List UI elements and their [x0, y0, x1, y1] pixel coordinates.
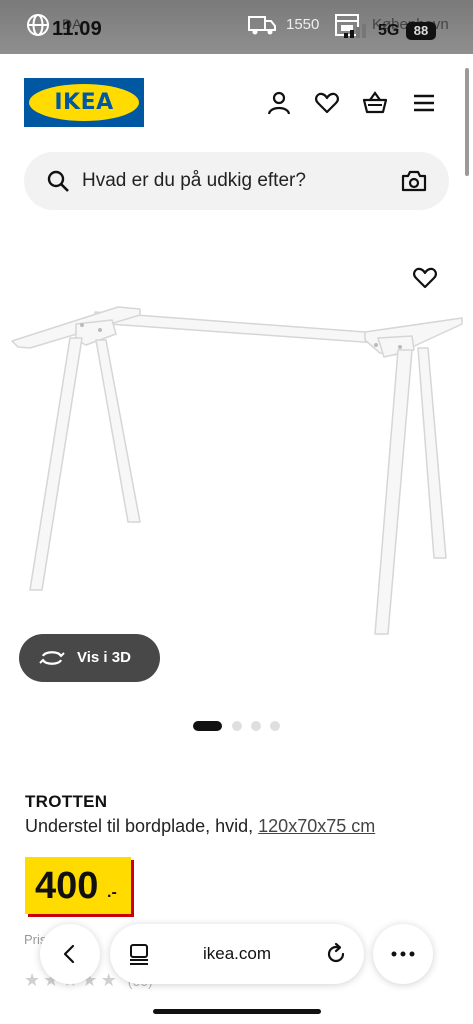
signal-icon: [344, 24, 366, 38]
product-size-link[interactable]: 120x70x75 cm: [258, 816, 375, 836]
view-in-3d-label: Vis i 3D: [77, 649, 131, 666]
heart-icon[interactable]: [314, 90, 340, 116]
globe-icon: [27, 14, 49, 36]
logo-text: IKEA: [54, 90, 114, 115]
gallery-dot[interactable]: [270, 721, 280, 731]
delivery-truck-icon: [248, 16, 276, 35]
product-image[interactable]: [0, 290, 473, 640]
battery-indicator: 88: [406, 22, 436, 40]
menu-icon[interactable]: [411, 90, 437, 116]
price-tag: 400 .-: [25, 857, 131, 914]
phone-number: 1550: [286, 16, 320, 33]
product-description-text: Understel til bordplade, hvid,: [25, 816, 254, 836]
ikea-logo[interactable]: IKEA: [24, 78, 144, 127]
gallery-dot-active[interactable]: [193, 721, 222, 731]
view-in-3d-button[interactable]: Vis i 3D: [19, 634, 160, 682]
rotate-3d-icon: [39, 651, 65, 665]
more-icon: [391, 951, 415, 957]
chevron-left-icon: [63, 944, 75, 964]
browser-more-button[interactable]: [373, 924, 433, 984]
product-description: Understel til bordplade, hvid, 120x70x75…: [25, 816, 375, 837]
star-icon: ★: [24, 970, 44, 990]
status-bar: DA 11.09 1550 København 5G 88: [0, 0, 473, 54]
browser-back-button[interactable]: [40, 924, 100, 984]
network-type: 5G: [378, 22, 400, 39]
page-scrollbar[interactable]: [465, 68, 469, 176]
price-main: 400: [35, 865, 99, 907]
search-bar[interactable]: Hvad er du på udkig efter?: [24, 152, 449, 210]
price-decimal: .-: [107, 884, 117, 901]
gallery-dot[interactable]: [251, 721, 261, 731]
reload-icon[interactable]: [324, 942, 348, 966]
browser-address-bar[interactable]: ikea.com: [110, 924, 364, 984]
search-icon: [47, 170, 69, 192]
product-name: TROTTEN: [25, 792, 108, 811]
search-input[interactable]: Hvad er du på udkig efter?: [82, 170, 306, 192]
user-icon[interactable]: [266, 90, 292, 116]
favorite-heart-icon[interactable]: [412, 266, 438, 290]
clock: 11.09: [52, 18, 102, 40]
home-indicator[interactable]: [153, 1009, 321, 1014]
camera-icon[interactable]: [401, 169, 427, 193]
basket-icon[interactable]: [362, 90, 388, 116]
gallery-dot[interactable]: [232, 721, 242, 731]
